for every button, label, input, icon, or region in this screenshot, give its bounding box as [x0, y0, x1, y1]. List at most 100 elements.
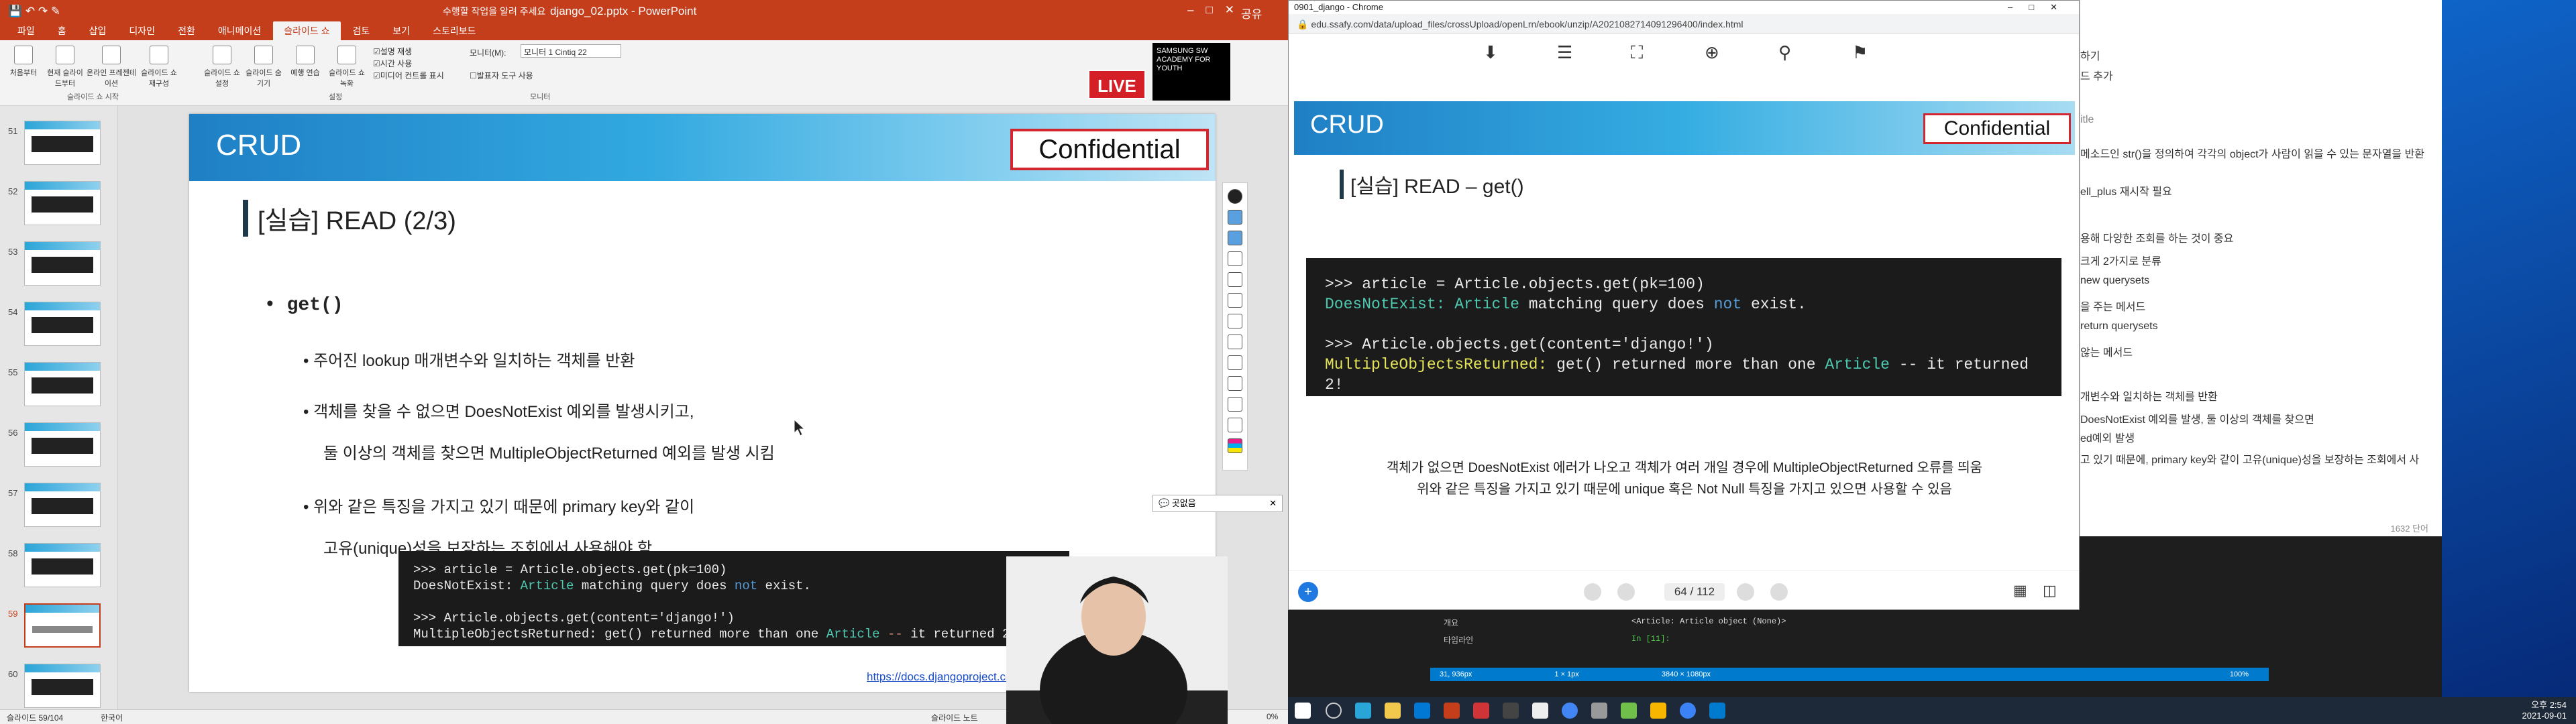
- chrome-window-controls[interactable]: –□✕: [2008, 1, 2074, 14]
- last-page-icon[interactable]: [1770, 583, 1788, 601]
- markdown-notes-panel: 하기 드 추가 itle 메소드인 str()을 정의하여 각각의 object…: [2080, 0, 2442, 536]
- rehearse-button[interactable]: 예행 연습: [284, 46, 326, 78]
- check-narrations[interactable]: 설명 재생: [373, 46, 413, 57]
- zoom-in-icon[interactable]: ⊕: [1705, 42, 1719, 63]
- camera-icon[interactable]: [1228, 397, 1242, 412]
- note-line: 을 주는 메서드: [2080, 302, 2146, 313]
- slide-thumbnail-selected[interactable]: [24, 603, 101, 648]
- tab-review[interactable]: 검토: [342, 21, 381, 40]
- tab-insert[interactable]: 삽입: [78, 21, 117, 40]
- check-presenter-view[interactable]: 발표자 도구 사용: [470, 70, 533, 81]
- tab-home[interactable]: 홈: [47, 21, 77, 40]
- powerpoint-icon[interactable]: [1444, 703, 1460, 719]
- tell-me-box[interactable]: 수행할 작업을 알려 주세요: [443, 5, 545, 18]
- note-line: 용해 다양한 조회를 하는 것이 중요: [2080, 233, 2234, 245]
- app-icon[interactable]: [1591, 703, 1607, 719]
- slide-thumbnail[interactable]: [24, 483, 101, 527]
- ppt-title-bar: 💾 ↶ ↷ ✎ django_02.pptx - PowerPoint 수행할 …: [0, 0, 1288, 23]
- vscode-icon[interactable]: [1709, 703, 1725, 719]
- clipboard-icon[interactable]: [1228, 418, 1242, 432]
- tab-design[interactable]: 디자인: [118, 21, 166, 40]
- grid-view-icon[interactable]: ▦: [2013, 582, 2027, 599]
- zoom-level[interactable]: 0%: [1267, 712, 1278, 721]
- tab-slideshow[interactable]: 슬라이드 쇼: [273, 21, 341, 40]
- pointer-icon[interactable]: [1228, 231, 1242, 245]
- pen-tool-icon[interactable]: [1228, 189, 1242, 204]
- prev-page-icon[interactable]: [1617, 583, 1635, 601]
- tab-storyboard[interactable]: 스토리보드: [422, 21, 486, 40]
- slide-thumbnail[interactable]: [24, 422, 101, 467]
- check-media-controls[interactable]: 미디어 컨트롤 표시: [373, 70, 444, 81]
- app-icon[interactable]: [1473, 703, 1489, 719]
- hide-slide-button[interactable]: 슬라이드 숨기기: [243, 46, 284, 88]
- close-icon[interactable]: ✕: [1269, 495, 1277, 511]
- next-page-icon[interactable]: [1737, 583, 1754, 601]
- page-indicator[interactable]: 64 / 112: [1664, 583, 1725, 601]
- windows-start-icon[interactable]: [1295, 703, 1311, 719]
- capture-icon[interactable]: [1228, 376, 1242, 391]
- address-bar[interactable]: 🔒 edu.ssafy.com/data/upload_files/crossU…: [1289, 14, 2079, 34]
- add-icon[interactable]: +: [1298, 582, 1318, 602]
- eye-icon[interactable]: [1228, 210, 1242, 225]
- color-palette-icon[interactable]: [1228, 438, 1242, 453]
- custom-show-button[interactable]: 슬라이드 쇼 재구성: [138, 46, 180, 88]
- terminal-prompt[interactable]: In [11]:: [1631, 634, 1670, 644]
- windows-taskbar: 오후 2:54 2021-09-01: [1288, 697, 2576, 724]
- pen-tools-bar: [1222, 182, 1248, 471]
- thumb-number: 52: [8, 186, 18, 196]
- app-icon[interactable]: [1503, 703, 1519, 719]
- slide-thumbnail[interactable]: [24, 241, 101, 286]
- slide-thumbnail[interactable]: [24, 302, 101, 346]
- chat-popup[interactable]: 💬 곳없음 ✕: [1152, 495, 1283, 512]
- search-icon[interactable]: [1326, 703, 1342, 719]
- app-icon[interactable]: [1621, 703, 1637, 719]
- ebook-slide-title: [실습] READ – get(): [1340, 170, 1524, 199]
- app-icon[interactable]: [1650, 703, 1666, 719]
- slide-thumbnail[interactable]: [24, 664, 101, 708]
- file-explorer-icon[interactable]: [1385, 703, 1401, 719]
- tab-view[interactable]: 보기: [382, 21, 421, 40]
- zoom-readout[interactable]: 100%: [2230, 668, 2249, 681]
- edge-icon[interactable]: [1355, 703, 1371, 719]
- explorer-outline[interactable]: 개요: [1444, 617, 1458, 628]
- chrome-icon[interactable]: [1562, 703, 1578, 719]
- clear-icon[interactable]: [1228, 355, 1242, 370]
- system-clock[interactable]: 오후 2:54 2021-09-01: [2522, 700, 2567, 721]
- record-show-button[interactable]: 슬라이드 쇼 녹화: [326, 46, 368, 88]
- search-icon[interactable]: ⚲: [1778, 42, 1791, 63]
- line-icon[interactable]: [1228, 272, 1242, 287]
- undo-icon[interactable]: [1228, 335, 1242, 349]
- tab-animations[interactable]: 애니메이션: [207, 21, 272, 40]
- slide-thumbnail[interactable]: [24, 121, 101, 165]
- ebook-confidential-label: Confidential: [1923, 113, 2071, 144]
- ebook-note-2: 위와 같은 특징을 가지고 있기 때문에 unique 혹은 Not Null …: [1417, 482, 1952, 497]
- slide-thumbnail[interactable]: [24, 543, 101, 587]
- fullscreen-icon[interactable]: ⛶: [1631, 42, 1643, 64]
- tab-transitions[interactable]: 전환: [167, 21, 206, 40]
- window-controls[interactable]: –□✕: [1187, 3, 1246, 17]
- monitor-select[interactable]: 모니터 1 Cintiq 22: [521, 44, 621, 58]
- bookmark-icon[interactable]: ⚑: [1852, 42, 1868, 63]
- highlighter-icon[interactable]: [1228, 251, 1242, 266]
- setup-show-button[interactable]: 슬라이드 쇼 설정: [201, 46, 243, 88]
- slide-counter: 슬라이드 59/104: [7, 713, 64, 723]
- eraser-icon[interactable]: [1228, 293, 1242, 308]
- list-icon[interactable]: ☰: [1557, 42, 1572, 63]
- download-icon[interactable]: ⬇: [1483, 42, 1498, 63]
- from-beginning-button[interactable]: 처음부터: [3, 46, 44, 78]
- app-icon[interactable]: [1680, 703, 1696, 719]
- present-online-button[interactable]: 온라인 프레젠테이션: [86, 46, 137, 88]
- check-timings[interactable]: 시간 사용: [373, 58, 413, 69]
- tab-file[interactable]: 파일: [7, 21, 46, 40]
- notes-button[interactable]: 슬라이드 노트: [931, 712, 978, 723]
- quick-access-icons[interactable]: 💾 ↶ ↷ ✎: [8, 5, 60, 18]
- split-view-icon[interactable]: ◫: [2043, 582, 2057, 599]
- from-current-button[interactable]: 현재 슬라이드부터: [44, 46, 86, 88]
- slide-thumbnail[interactable]: [24, 362, 101, 406]
- mail-icon[interactable]: [1414, 703, 1430, 719]
- text-editor-icon[interactable]: [1532, 703, 1548, 719]
- first-page-icon[interactable]: [1584, 583, 1601, 601]
- explorer-timeline[interactable]: 타임라인: [1444, 634, 1473, 646]
- slide-thumbnail[interactable]: [24, 181, 101, 225]
- dot-icon[interactable]: [1228, 314, 1242, 328]
